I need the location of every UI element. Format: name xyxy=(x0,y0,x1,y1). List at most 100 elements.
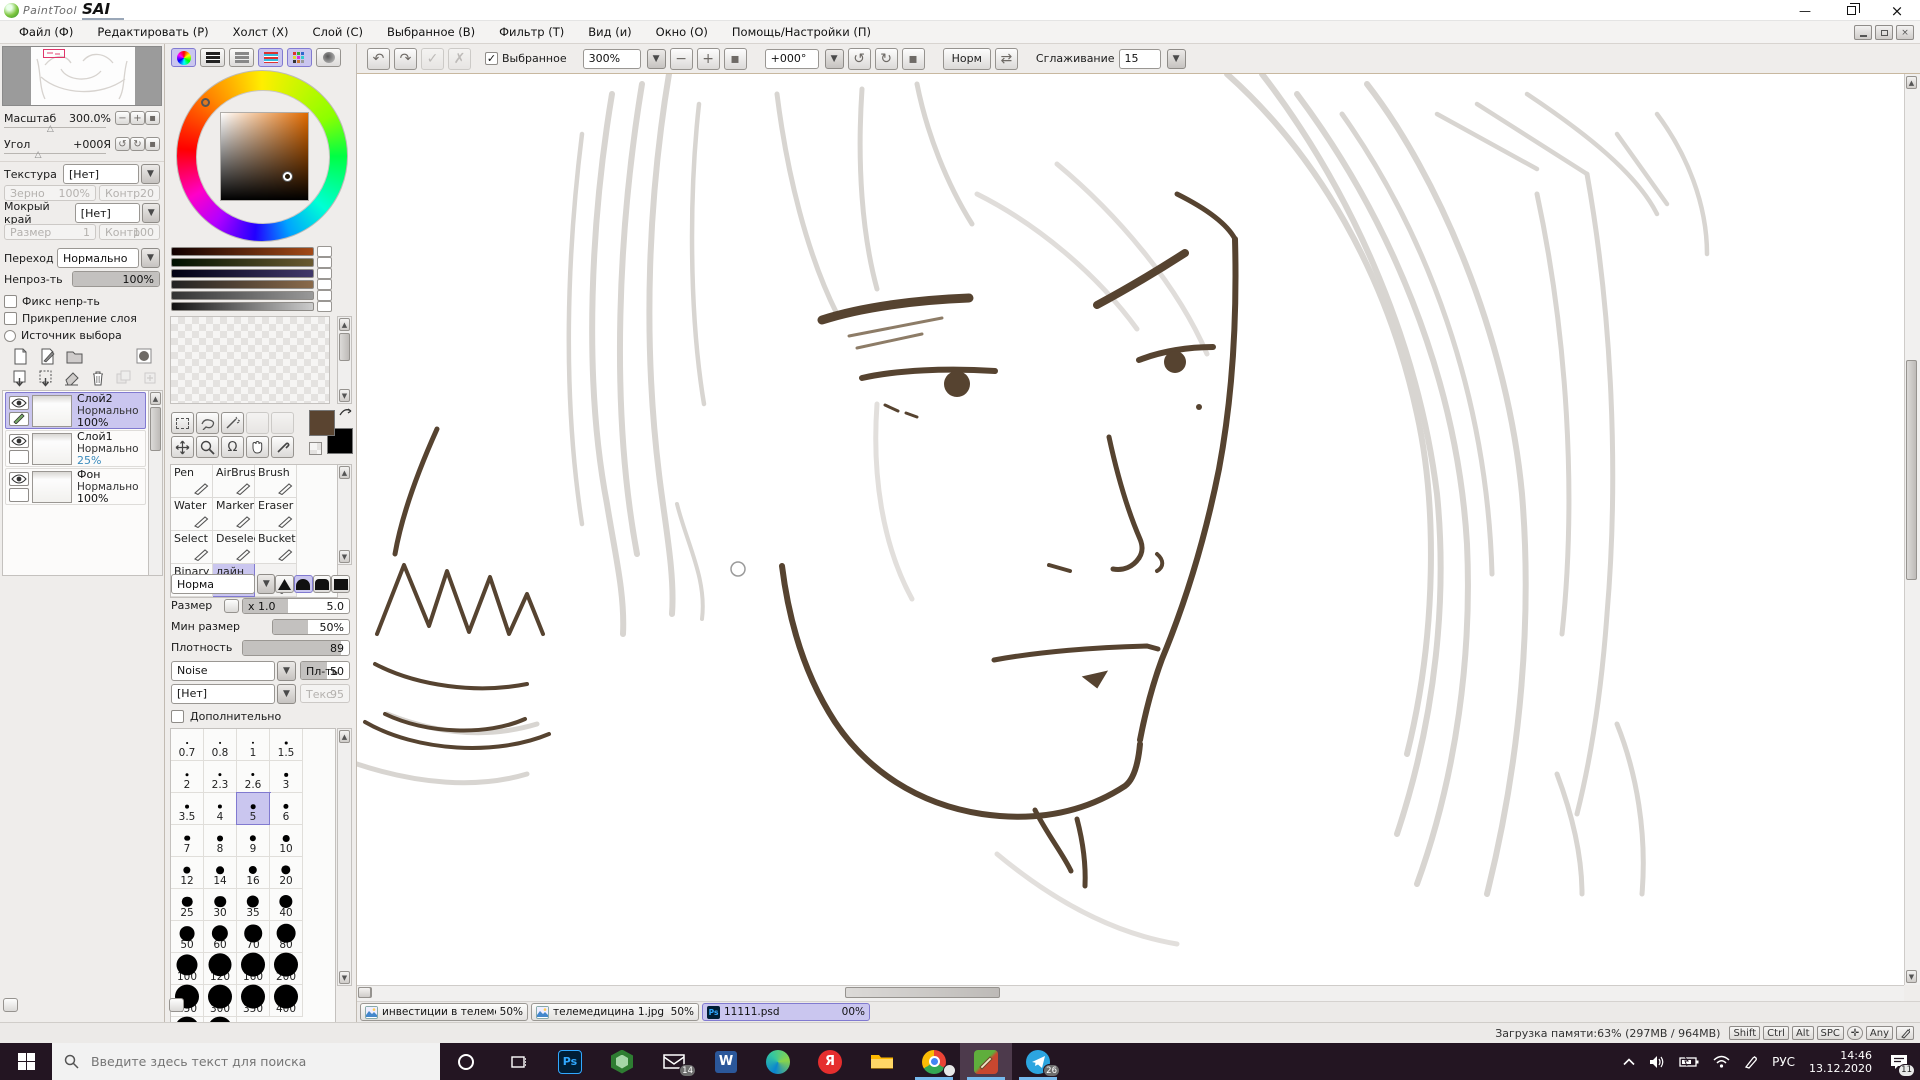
navigator-view-rect[interactable] xyxy=(43,49,65,58)
tool-button[interactable]: Eraser xyxy=(255,498,297,531)
move-tool[interactable] xyxy=(171,436,194,458)
zoom-value-field[interactable]: 300% xyxy=(583,49,641,69)
brush-size-cell[interactable]: 120 xyxy=(204,953,237,985)
brush-size-cell[interactable]: 12 xyxy=(171,857,204,889)
scratchpad-tab[interactable] xyxy=(316,48,341,67)
brush-size-cell[interactable]: 40 xyxy=(270,889,303,921)
rgb-slider-tab[interactable] xyxy=(200,48,225,67)
angle-dropdown-icon[interactable]: ▼ xyxy=(825,49,844,69)
tool-button[interactable]: Brush xyxy=(255,465,297,498)
brush-size-cell[interactable]: 1.5 xyxy=(270,729,303,761)
cortana-button[interactable] xyxy=(440,1043,492,1080)
brush-size-cell[interactable]: 50 xyxy=(171,921,204,953)
layer-paint-indicator[interactable] xyxy=(9,412,29,426)
brush-size-cell[interactable]: 100 xyxy=(171,953,204,985)
layer-row[interactable]: Слой2 Нормально 100% xyxy=(5,392,146,429)
taskbar-explorer-icon[interactable] xyxy=(856,1043,908,1080)
menu-item[interactable]: Файл (Ф) xyxy=(8,22,84,42)
selection-apply-button[interactable]: ✓ xyxy=(421,48,444,70)
menu-item[interactable]: Окно (О) xyxy=(645,22,719,42)
blend-mode-dropdown-icon[interactable]: ▼ xyxy=(141,248,160,268)
delete-layer-button[interactable] xyxy=(89,369,108,387)
brush-size-cell[interactable]: 9 xyxy=(237,825,270,857)
brush-size-cell[interactable]: 70 xyxy=(237,921,270,953)
tool-button[interactable]: Water xyxy=(171,498,213,531)
tray-expand-icon[interactable] xyxy=(1623,1058,1635,1066)
menu-item[interactable]: Редактировать (Р) xyxy=(86,22,219,42)
new-folder-button[interactable] xyxy=(64,347,84,365)
new-layer-button[interactable] xyxy=(10,347,30,365)
brush-tip-pointed[interactable] xyxy=(275,575,294,593)
rotate-tool[interactable]: Ω xyxy=(221,436,244,458)
rotate-reset-button[interactable]: ▪ xyxy=(145,137,160,151)
density-slider[interactable]: 89 xyxy=(242,640,350,656)
taskbar-green-app-icon[interactable] xyxy=(596,1043,648,1080)
brush-size-cell[interactable]: 2 xyxy=(171,761,204,793)
brush-size-cell[interactable]: 2.6 xyxy=(237,761,270,793)
zoom-tool[interactable] xyxy=(196,436,219,458)
child-close-button[interactable]: × xyxy=(1896,25,1914,40)
color-mixer-tab[interactable] xyxy=(258,48,283,67)
brush-size-cell[interactable]: 160 xyxy=(237,953,270,985)
taskbar-edge-icon[interactable] xyxy=(752,1043,804,1080)
document-tab[interactable]: Ps 11111.psd 00% xyxy=(702,1003,870,1021)
copy-layer-button[interactable] xyxy=(115,369,134,387)
edge-shape-dropdown-icon[interactable]: ▼ xyxy=(277,661,296,681)
brush-shape-select[interactable]: Норма xyxy=(171,574,255,594)
clip-layer-checkbox[interactable] xyxy=(4,312,17,325)
brush-size-cell[interactable]: 16 xyxy=(237,857,270,889)
brush-size-cell[interactable]: 350 xyxy=(237,985,270,1017)
canvas-vertical-scrollbar[interactable]: ▲ ▼ xyxy=(1904,74,1920,985)
tool-button[interactable]: Bucket xyxy=(255,531,297,564)
brush-size-cell[interactable]: 0.7 xyxy=(171,729,204,761)
brush-size-cell[interactable]: 6 xyxy=(270,793,303,825)
brush-size-cell[interactable]: 80 xyxy=(270,921,303,953)
zoom-in-button[interactable]: + xyxy=(130,111,145,125)
hue-marker[interactable] xyxy=(201,98,210,107)
color-wheel-tab[interactable] xyxy=(171,48,196,67)
menu-item[interactable]: Помощь/Настройки (П) xyxy=(721,22,882,42)
brush-size-cell[interactable]: 14 xyxy=(204,857,237,889)
brush-texture-select[interactable]: [Нет] xyxy=(171,684,275,704)
brush-size-cell[interactable]: 1 xyxy=(237,729,270,761)
brush-size-cell[interactable]: 8 xyxy=(204,825,237,857)
tool-button[interactable]: Deselect xyxy=(213,531,255,564)
rotate-reset-canvas-button[interactable]: ▪ xyxy=(902,48,925,70)
advanced-settings-checkbox[interactable] xyxy=(171,710,184,723)
canvas-horizontal-scrollbar[interactable]: ◀ ▶ xyxy=(357,985,1904,1001)
rect-select-tool[interactable] xyxy=(171,412,194,434)
foreground-color-swatch[interactable] xyxy=(309,410,335,436)
texture-dropdown-icon[interactable]: ▼ xyxy=(141,164,160,184)
taskbar-yandex-icon[interactable]: Я xyxy=(804,1043,856,1080)
clear-layer-button[interactable] xyxy=(62,369,81,387)
pen-settings-icon[interactable] xyxy=(1744,1055,1758,1069)
wet-edge-dropdown-icon[interactable]: ▼ xyxy=(142,203,160,223)
blend-mode-select[interactable]: Нормально xyxy=(57,248,139,268)
taskbar-word-icon[interactable]: W xyxy=(700,1043,752,1080)
restore-button[interactable] xyxy=(1828,0,1874,21)
size-unit-button[interactable] xyxy=(224,599,239,613)
hsv-slider-tab[interactable] xyxy=(229,48,254,67)
panel-corner-button[interactable] xyxy=(169,998,184,1012)
layer-row[interactable]: Фон Нормально 100% xyxy=(5,468,146,505)
brush-size-cell[interactable]: 30 xyxy=(204,889,237,921)
eyedropper-tool[interactable] xyxy=(271,436,294,458)
rotate-ccw-canvas-button[interactable]: ↺ xyxy=(848,48,871,70)
menu-item[interactable]: Слой (С) xyxy=(301,22,374,42)
panel-corner-button[interactable] xyxy=(3,998,18,1012)
swap-colors-button[interactable] xyxy=(338,406,353,421)
hand-tool[interactable] xyxy=(246,436,269,458)
layer-visibility-toggle[interactable] xyxy=(9,472,29,486)
menu-item[interactable]: Вид (и) xyxy=(577,22,642,42)
zoom-reset-button[interactable]: ▪ xyxy=(145,111,160,125)
wifi-icon[interactable] xyxy=(1713,1055,1730,1068)
wet-edge-select[interactable]: [Нет] xyxy=(75,203,141,223)
mixer-slider-b[interactable] xyxy=(171,268,332,279)
taskbar-search[interactable] xyxy=(52,1043,440,1080)
minimize-button[interactable]: — xyxy=(1782,0,1828,21)
menu-item[interactable]: Фильтр (Т) xyxy=(488,22,575,42)
norm-view-button[interactable]: Норм xyxy=(943,48,991,70)
edge-density-slider[interactable]: Пл-ть 50 xyxy=(300,661,350,680)
brush-size-scrollbar[interactable]: ▲ ▼ xyxy=(337,728,352,986)
angle-value-field[interactable]: +000° xyxy=(765,49,819,69)
